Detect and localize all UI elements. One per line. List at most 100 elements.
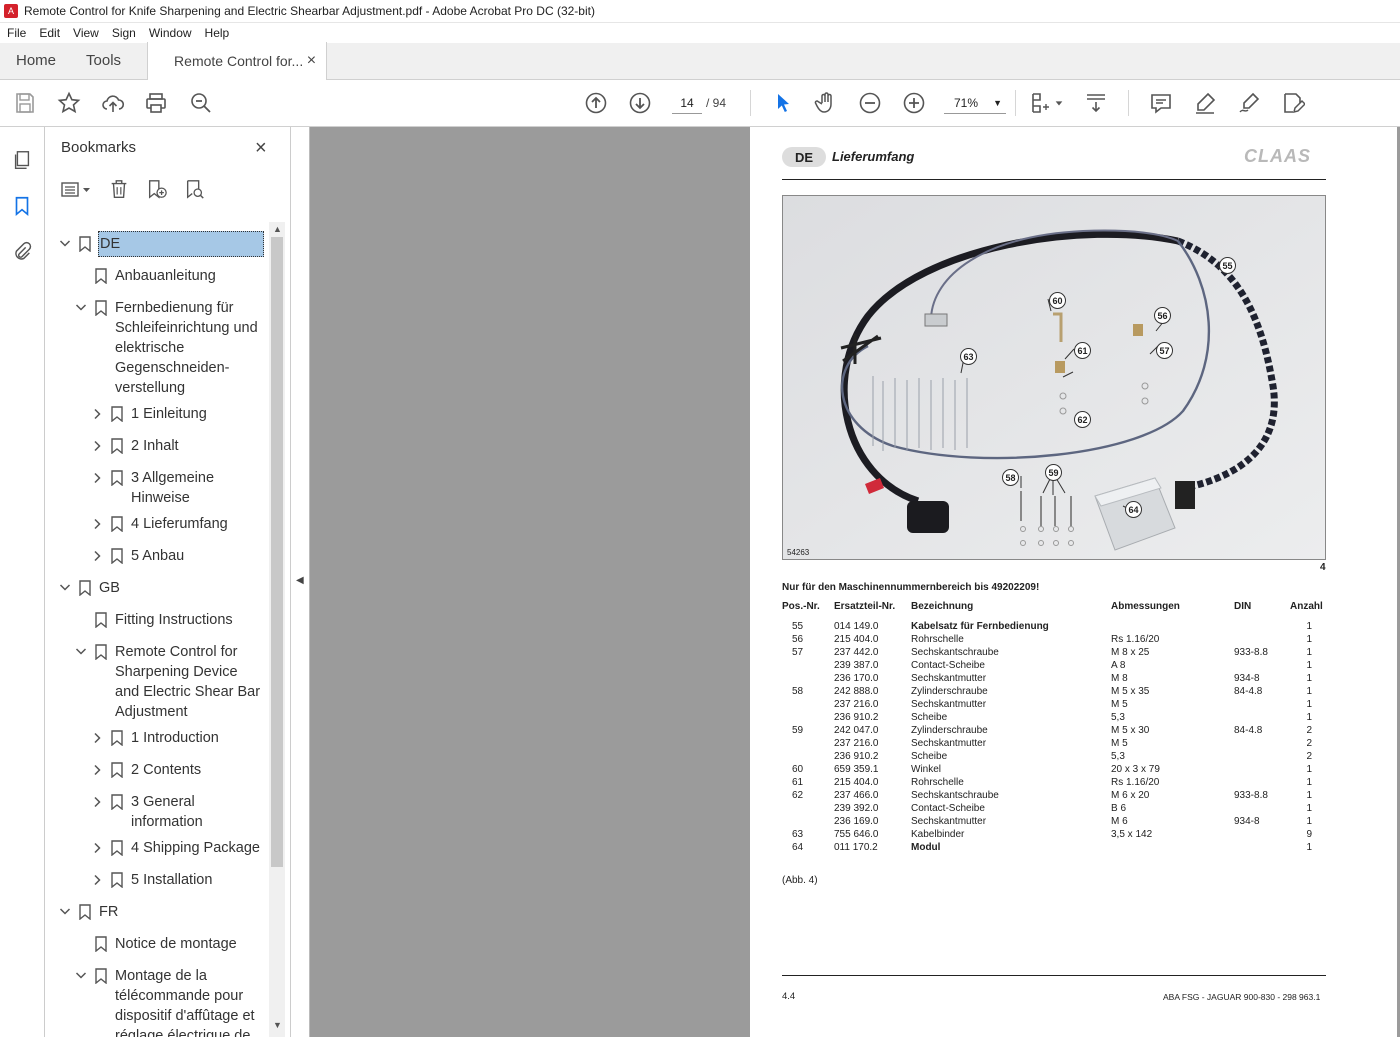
chevron-down-icon[interactable]	[59, 902, 71, 928]
chevron-down-icon[interactable]	[75, 298, 87, 324]
bookmark-label: 5 Anbau	[131, 548, 185, 564]
bookmark-item[interactable]: Notice de montage	[45, 934, 267, 954]
page-total: / 94	[706, 96, 727, 110]
delete-icon[interactable]	[107, 177, 131, 201]
chevron-down-icon[interactable]	[59, 234, 71, 260]
cell-qty: 1	[1306, 803, 1312, 814]
new-bookmark-icon[interactable]	[145, 177, 169, 201]
bookmark-item[interactable]: Fitting Instructions	[45, 610, 267, 630]
cloud-upload-icon[interactable]	[100, 90, 126, 116]
bookmark-item[interactable]: 4 Lieferumfang	[45, 514, 267, 534]
cell-description: Rohrschelle	[911, 634, 964, 645]
page-layout-icon[interactable]	[1028, 90, 1054, 116]
edit-pdf-icon[interactable]	[1280, 90, 1306, 116]
page-down-icon[interactable]	[627, 90, 653, 116]
toolbar-divider	[750, 90, 751, 116]
bookmarks-title: Bookmarks	[61, 139, 137, 156]
bookmark-item[interactable]: Remote Control for Sharpening Device and…	[45, 642, 267, 722]
cell-part-no: 755 646.0	[834, 829, 879, 840]
menu-window[interactable]: Window	[142, 26, 198, 40]
bookmark-item[interactable]: 2 Inhalt	[45, 436, 267, 456]
cell-description: Zylinderschraube	[911, 725, 988, 736]
tab-home[interactable]: Home	[0, 42, 72, 79]
tab-document[interactable]: Remote Control for... ×	[147, 42, 328, 80]
bookmark-item[interactable]: 5 Installation	[45, 870, 267, 890]
scroll-down-icon[interactable]: ▼	[273, 1020, 282, 1030]
bookmark-panel-icon[interactable]	[10, 194, 34, 218]
zoom-search-icon[interactable]	[188, 90, 214, 116]
scroll-up-icon[interactable]: ▲	[273, 224, 282, 234]
bookmark-item[interactable]: 4 Shipping Package	[45, 838, 267, 858]
zoom-out-icon[interactable]	[857, 90, 883, 116]
zoom-in-icon[interactable]	[901, 90, 927, 116]
bookmark-icon	[111, 730, 123, 747]
chevron-right-icon[interactable]	[91, 870, 103, 896]
bookmark-item[interactable]: Fernbedienung für Schleifeinrichtung und…	[45, 298, 267, 398]
menu-help[interactable]: Help	[198, 26, 236, 40]
menu-edit[interactable]: Edit	[32, 26, 66, 40]
menu-sign[interactable]: Sign	[105, 26, 142, 40]
menu-file[interactable]: File	[0, 26, 32, 40]
bookmark-item[interactable]: 3 General information	[45, 792, 267, 832]
hand-icon[interactable]	[813, 90, 839, 116]
highlight-icon[interactable]	[1192, 90, 1218, 116]
bookmark-item[interactable]: DE	[45, 231, 267, 257]
chevron-right-icon[interactable]	[91, 468, 103, 494]
page-number: 4.4	[782, 991, 796, 1002]
page-number-input[interactable]: 14	[672, 92, 702, 114]
chevron-right-icon[interactable]	[91, 404, 103, 430]
chevron-down-icon[interactable]	[75, 966, 87, 992]
bookmark-options-icon[interactable]	[59, 177, 93, 201]
chevron-down-icon[interactable]	[1053, 90, 1065, 116]
comment-icon[interactable]	[1148, 90, 1174, 116]
bookmark-item[interactable]: FR	[45, 902, 267, 922]
star-icon[interactable]	[56, 90, 82, 116]
tab-tools[interactable]: Tools	[72, 42, 137, 79]
page-thumbnails-icon[interactable]	[10, 148, 34, 172]
bookmark-label: FR	[99, 904, 119, 920]
print-icon[interactable]	[143, 90, 169, 116]
chevron-left-icon: ◀	[296, 575, 304, 586]
cell-dimensions: 3,5 x 142	[1111, 829, 1153, 840]
panel-collapse-handle[interactable]: ◀	[291, 127, 310, 1037]
menu-view[interactable]: View	[66, 26, 105, 40]
cell-pos: 55	[792, 621, 804, 632]
callout-57: 57	[1156, 342, 1173, 359]
zoom-level-select[interactable]: 71% ▼	[944, 92, 1006, 114]
bookmark-item[interactable]: 1 Einleitung	[45, 404, 267, 424]
save-icon[interactable]	[12, 90, 38, 116]
bookmark-label: DE	[98, 231, 264, 257]
bookmark-item[interactable]: 5 Anbau	[45, 546, 267, 566]
chevron-right-icon[interactable]	[91, 760, 103, 786]
attachment-icon[interactable]	[10, 240, 34, 264]
callout-62: 62	[1074, 411, 1091, 428]
select-cursor-icon[interactable]	[770, 90, 796, 116]
chevron-right-icon[interactable]	[91, 546, 103, 572]
bookmarks-scroll-thumb[interactable]	[271, 237, 283, 867]
bookmark-item[interactable]: 3 Allgemeine Hinweise	[45, 468, 267, 508]
bookmark-icon	[111, 794, 123, 811]
page-up-icon[interactable]	[583, 90, 609, 116]
bookmark-item[interactable]: 1 Introduction	[45, 728, 267, 748]
bookmark-label: Montage de la télécommande pour disposit…	[115, 968, 255, 1037]
bookmark-item[interactable]: GB	[45, 578, 267, 598]
bookmark-search-icon[interactable]	[183, 177, 207, 201]
chevron-down-icon[interactable]	[75, 642, 87, 668]
section-title: Lieferumfang	[832, 149, 915, 164]
bookmark-label: 3 General information	[131, 794, 203, 830]
cell-description: Sechskantmutter	[911, 699, 987, 710]
scroll-mode-icon[interactable]	[1083, 90, 1109, 116]
chevron-right-icon[interactable]	[91, 728, 103, 754]
bookmark-item[interactable]: Montage de la télécommande pour disposit…	[45, 966, 267, 1037]
bookmark-item[interactable]: Anbauanleitung	[45, 266, 267, 286]
close-icon[interactable]: ×	[255, 137, 267, 160]
chevron-right-icon[interactable]	[91, 792, 103, 818]
bookmark-item[interactable]: 2 Contents	[45, 760, 267, 780]
tab-close-icon[interactable]: ×	[307, 52, 316, 70]
chevron-right-icon[interactable]	[91, 436, 103, 462]
sign-icon[interactable]	[1236, 90, 1262, 116]
chevron-right-icon[interactable]	[91, 838, 103, 864]
chevron-right-icon[interactable]	[91, 514, 103, 540]
chevron-down-icon[interactable]	[59, 578, 71, 604]
bookmark-icon	[95, 268, 107, 285]
